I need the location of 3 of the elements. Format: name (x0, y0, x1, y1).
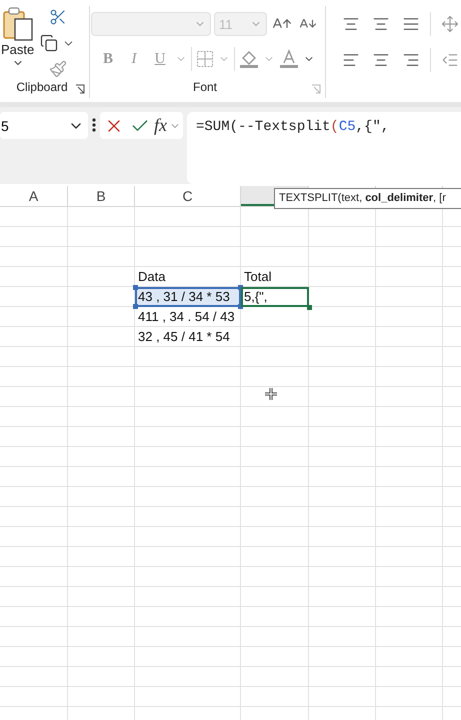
group-label: Font (192, 80, 217, 96)
function-tooltip: TEXTSPLIT(text, col_delimiter, [r (274, 188, 461, 209)
group-label: Clipboard (16, 80, 68, 96)
